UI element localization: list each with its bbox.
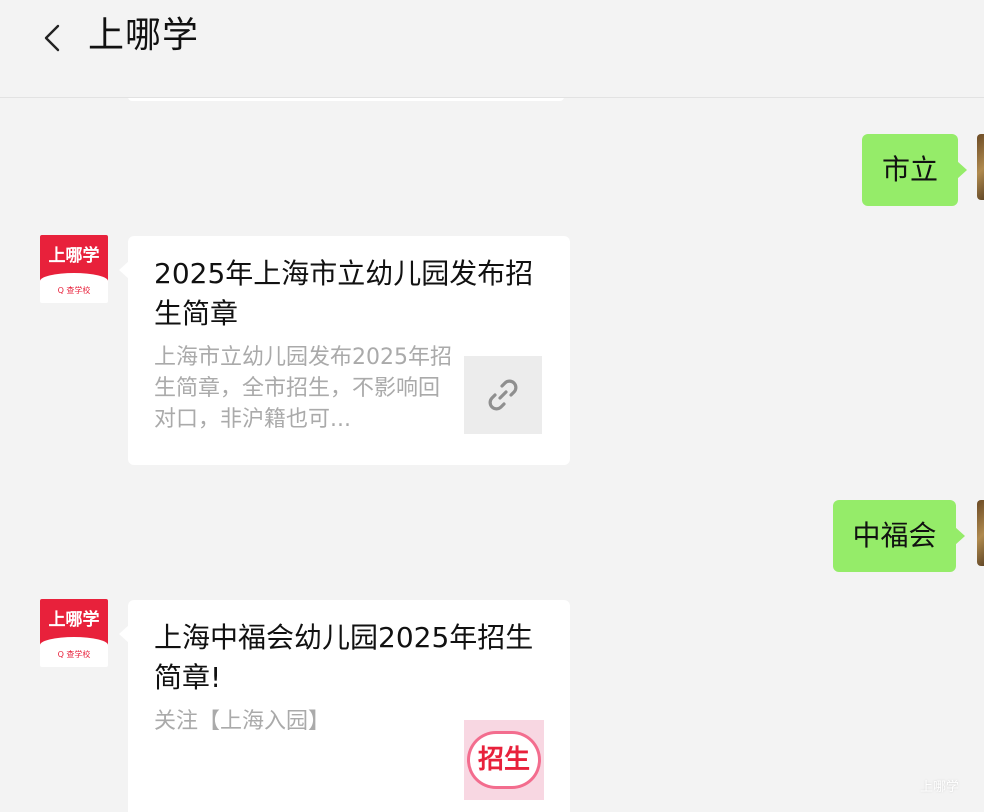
account-avatar[interactable]: 上哪学 Q 查学校: [40, 599, 108, 667]
article-title: 上海中福会幼儿园2025年招生简章!: [154, 621, 534, 694]
message-bubble-outgoing[interactable]: 中福会: [833, 500, 965, 572]
chat-header: 上哪学: [0, 0, 984, 98]
article-description: 上海市立幼儿园发布2025年招生简章，全市招生，不影响回对口，非沪籍也可...: [154, 345, 452, 432]
avatar-sub-text: Q 查学校: [57, 650, 91, 659]
watermark: 上哪学: [920, 780, 960, 795]
avatar-logo-text: 上哪学: [48, 246, 100, 266]
message-text: 市立: [881, 153, 938, 186]
avatar-logo-text: 上哪学: [48, 610, 100, 630]
article-card[interactable]: 2025年上海市立幼儿园发布招生简章 上海市立幼儿园发布2025年招生简章，全市…: [119, 236, 570, 465]
thumbnail-text: 招生: [477, 745, 530, 775]
article-thumbnail: 招生: [464, 720, 544, 800]
user-avatar[interactable]: [977, 500, 984, 566]
chevron-left-icon[interactable]: [36, 20, 72, 56]
user-avatar[interactable]: [977, 134, 984, 200]
chat-title: 上哪学: [88, 15, 200, 56]
message-text: 中福会: [852, 519, 937, 552]
article-thumbnail: [464, 356, 542, 434]
avatar-sub-text: Q 查学校: [57, 286, 91, 295]
account-avatar[interactable]: 上哪学 Q 查学校: [40, 235, 108, 303]
back-button[interactable]: [36, 20, 72, 56]
article-title: 2025年上海市立幼儿园发布招生简章: [154, 257, 534, 330]
message-bubble-outgoing[interactable]: 市立: [862, 134, 967, 206]
link-icon: [488, 379, 518, 411]
article-card[interactable]: 上海中福会幼儿园2025年招生简章! 关注【上海入园】 招生: [119, 600, 570, 812]
article-description: 关注【上海入园】: [154, 709, 331, 734]
